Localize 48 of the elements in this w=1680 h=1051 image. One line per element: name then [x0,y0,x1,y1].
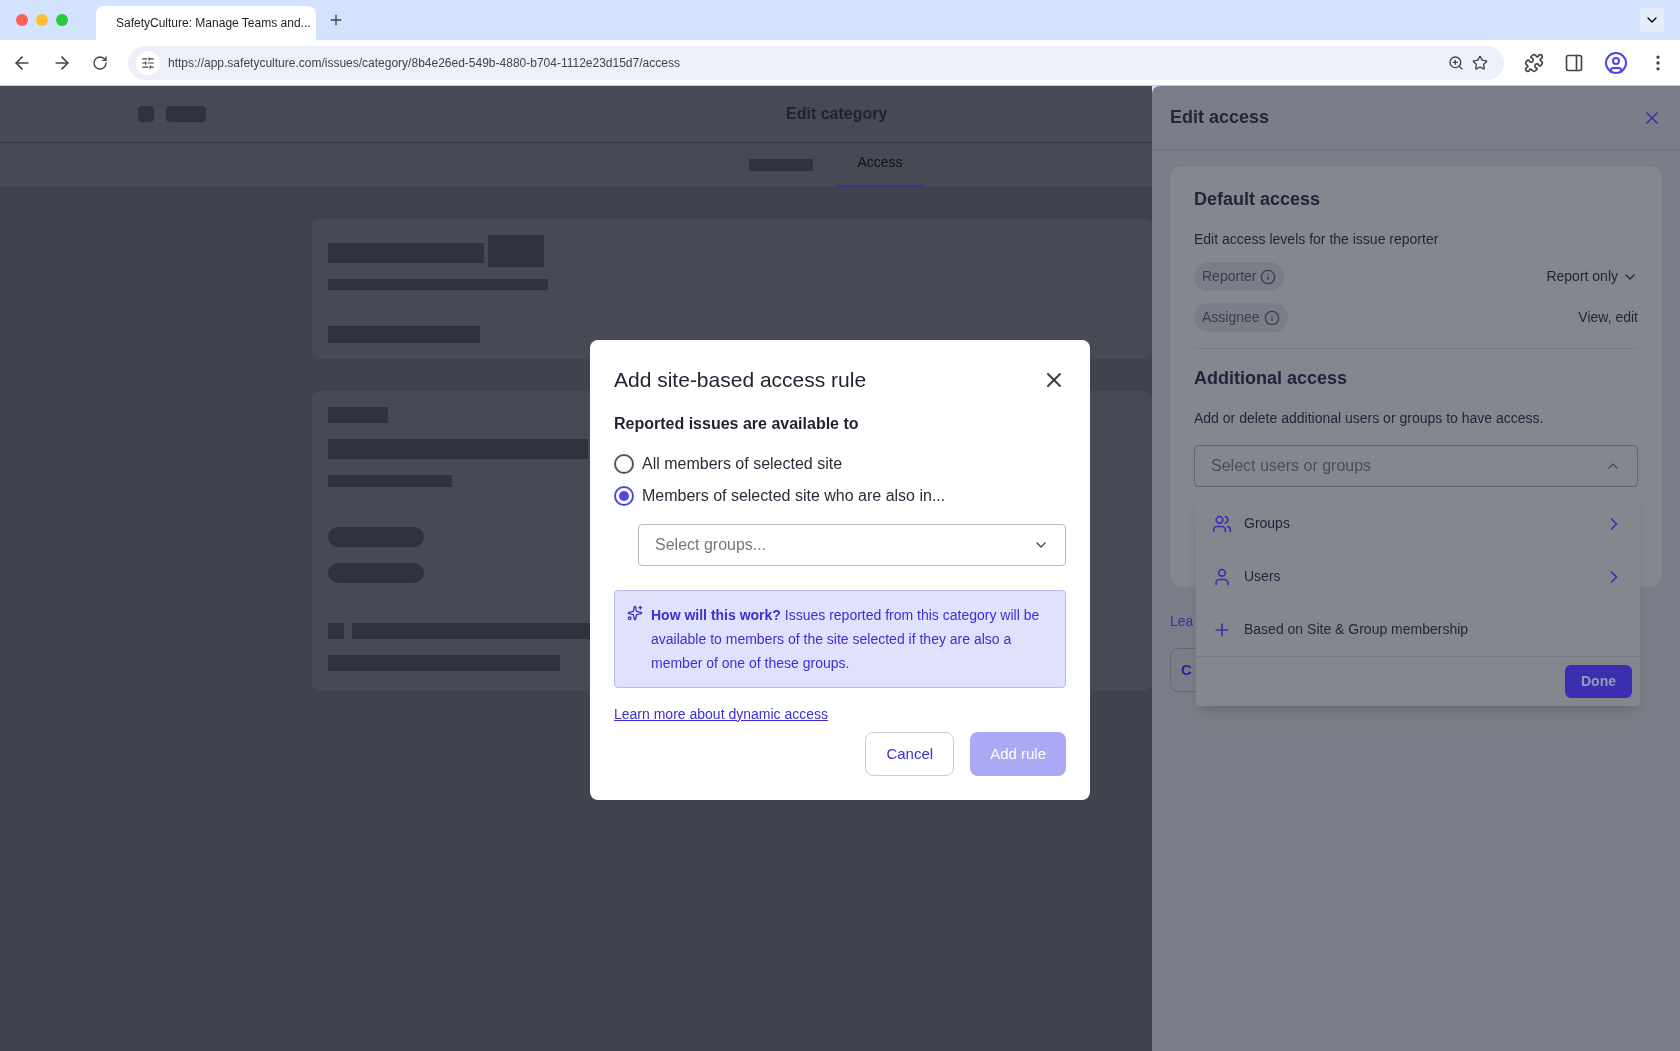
radio-label: All members of selected site [642,453,843,474]
panel-title: Edit access [1170,106,1270,129]
menu-item[interactable]: Users [1196,550,1640,603]
info-text: How will this work? Issues reported from this category will be available to members of the site selected if they are also a member of one of these groups. [651,605,1041,673]
browser-tab[interactable]: SafetyCulture: Manage Teams and... [96,6,316,40]
side-panel-icon[interactable] [1564,52,1584,73]
tab-title: SafetyCulture: Manage Teams and... [116,15,311,32]
bookmark-icon[interactable] [1472,54,1488,71]
cancel-button[interactable]: Cancel [865,732,955,776]
access-level-text: View, edit [1578,308,1638,327]
role-chip: Reporter [1194,262,1285,291]
role-chip: Assignee [1194,303,1288,332]
section-heading: Default access [1194,188,1322,211]
menu-item[interactable]: Groups [1196,497,1640,550]
radio-label: Members of selected site who are also in... [642,485,946,506]
done-button[interactable]: Done [1565,665,1632,698]
zoom-icon[interactable] [1448,54,1464,71]
new-tab-icon[interactable] [328,12,344,28]
loading-placeholder [138,106,154,122]
loading-placeholder [328,623,344,639]
menu-item[interactable]: Based on Site & Group membership [1196,603,1640,656]
url-text: https://app.safetyculture.com/issues/category/8b4e26ed-549b-4880-b704-1112e23d15d7/access [168,54,680,72]
sparkle-icon [627,604,643,621]
groups-select[interactable]: Select groups... [638,523,1066,566]
description-text: Add or delete additional users or groups to have access. [1194,409,1545,428]
description-text: Edit access levels for the issue reporter [1194,230,1440,249]
learn-more-link[interactable]: Learn more about dynamic access [614,703,828,725]
section-label: Reported issues are available to [614,413,860,434]
access-level-dropdown[interactable]: Report only [1546,266,1638,287]
loading-placeholder [488,235,544,267]
profile-icon[interactable] [1604,50,1628,75]
info-icon[interactable] [1260,268,1277,285]
radio-button[interactable] [614,485,634,506]
section-heading: Additional access [1194,367,1349,390]
reload-icon[interactable] [92,54,108,71]
users-groups-select[interactable]: Select users or groups [1194,445,1638,487]
loading-placeholder [749,159,814,171]
dialog-title: Add site-based access rule [614,367,867,393]
site-settings-icon[interactable] [141,55,155,70]
info-icon[interactable] [1263,309,1280,326]
loading-placeholder [166,106,206,122]
address-bar[interactable]: https://app.safetyculture.com/issues/category/8b4e26ed-549b-4880-b704-1112e23d15d7/access [128,45,1504,80]
extensions-icon[interactable] [1524,52,1544,73]
people-icon [1212,513,1232,534]
tab-list-button[interactable] [1640,8,1664,32]
person-icon [1212,566,1232,587]
radio-button[interactable] [614,453,634,474]
loading-placeholder [328,407,388,423]
